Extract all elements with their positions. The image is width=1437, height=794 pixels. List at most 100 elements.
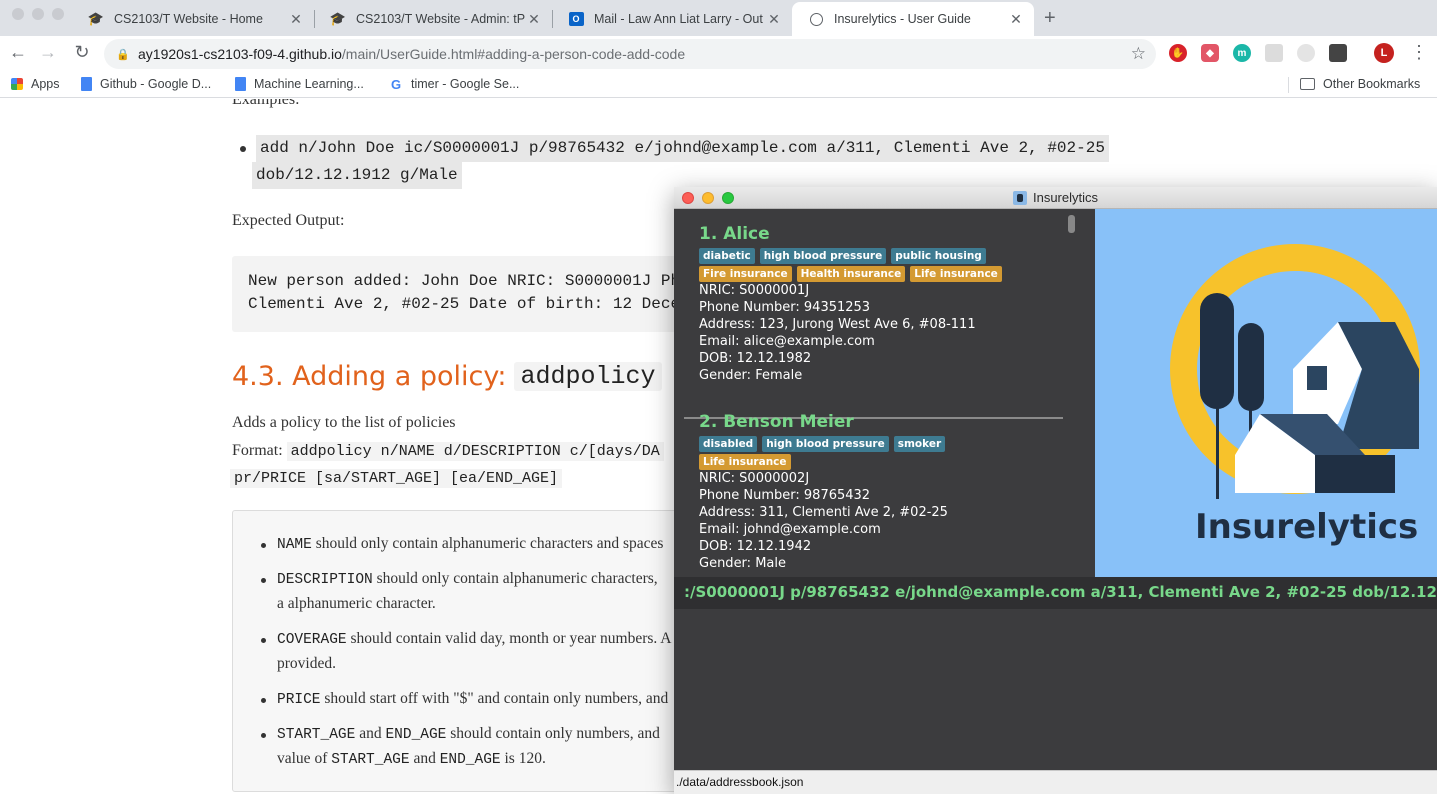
image-extension-icon[interactable] [1329, 44, 1347, 62]
output-line: Clementi Ave 2, #02-25 Date of birth: 12… [248, 295, 681, 313]
note-text: and [413, 750, 436, 767]
bookmark-timer[interactable]: G timer - Google Se... [389, 76, 520, 92]
format-label: Format: [232, 442, 283, 459]
close-icon[interactable]: ✕ [766, 11, 782, 28]
bookmark-apps[interactable]: Apps [11, 77, 60, 91]
camera-extension-icon[interactable] [1297, 44, 1315, 62]
more-menu-icon[interactable]: ⋮ [1410, 42, 1428, 63]
status-bar: ./data/addressbook.json [674, 770, 1437, 794]
condition-tag: public housing [891, 248, 986, 264]
condition-tag: diabetic [699, 248, 755, 264]
command-input[interactable]: :/S0000001J p/98765432 e/johnd@example.c… [684, 583, 1437, 601]
note-text: should contain valid day, month or year … [350, 630, 672, 647]
bookmark-label: Apps [31, 77, 60, 91]
note-text: should only contain alphanumeric charact… [376, 570, 658, 587]
bookmark-star-icon[interactable]: ☆ [1131, 44, 1146, 64]
bookmark-github-docs[interactable]: Github - Google D... [81, 77, 211, 91]
tab-cs2103-admin[interactable]: 🎓 CS2103/T Website - Admin: tP ✕ [314, 2, 552, 36]
window-zoom-button[interactable] [52, 8, 64, 20]
bullet [240, 146, 246, 152]
note-text: should contain only numbers, and [450, 725, 660, 742]
close-icon[interactable]: ✕ [288, 11, 304, 28]
note-text: value of [277, 750, 328, 767]
bookmark-label: Machine Learning... [254, 77, 364, 91]
google-g-icon: G [390, 76, 402, 92]
window-close-button[interactable] [12, 8, 24, 20]
forward-arrow-icon[interactable]: → [36, 42, 60, 63]
bookmark-machine-learning[interactable]: Machine Learning... [235, 77, 364, 91]
bookmark-label: Other Bookmarks [1323, 77, 1421, 91]
close-icon[interactable]: ✕ [526, 11, 542, 28]
command-box[interactable]: :/S0000001J p/98765432 e/johnd@example.c… [674, 577, 1437, 609]
note-continuation: value of START_AGE and END_AGE is 120. [277, 750, 546, 768]
section-heading-text: 4.3. Adding a policy: [232, 361, 507, 392]
window-minimize-button[interactable] [32, 8, 44, 20]
format-line1: Format: addpolicy n/NAME d/DESCRIPTION c… [232, 442, 664, 461]
app-window-title: Insurelytics [1032, 190, 1099, 205]
reload-icon[interactable]: ↻ [70, 42, 94, 63]
policy-tags: Fire insurance Health insurance Life ins… [699, 266, 1002, 282]
app-close-button[interactable] [682, 192, 694, 204]
grid-extension-icon[interactable] [1265, 44, 1283, 62]
close-icon[interactable]: ✕ [1008, 11, 1024, 28]
tab-insurelytics-guide[interactable]: Insurelytics - User Guide ✕ [792, 2, 1034, 36]
person-dob: DOB: 12.12.1942 [699, 539, 812, 554]
insurelytics-window: Insurelytics 1. Alice diabetic high bloo… [674, 187, 1437, 794]
note-continuation: a alphanumeric character. [277, 595, 436, 612]
new-tab-button[interactable]: + [1044, 7, 1056, 30]
bookmark-label: timer - Google Se... [411, 77, 520, 91]
app-minimize-button[interactable] [702, 192, 714, 204]
note-coverage: COVERAGE should contain valid day, month… [277, 630, 672, 648]
result-display [674, 609, 1437, 772]
scrollbar-thumb[interactable] [1068, 215, 1075, 233]
app-logo-icon [1012, 190, 1027, 205]
shield-extension-icon[interactable]: ◆ [1201, 44, 1219, 62]
bookmarks-bar: Apps Github - Google D... Machine Learni… [0, 72, 1437, 98]
app-zoom-button[interactable] [722, 192, 734, 204]
adblock-extension-icon[interactable]: ✋ [1169, 44, 1187, 62]
person-name: 2. Benson Meier [699, 412, 854, 432]
m-extension-icon[interactable]: m [1233, 44, 1251, 62]
url-path: /main/UserGuide.html#adding-a-person-cod… [341, 46, 686, 62]
person-card[interactable]: 1. Alice diabetic high blood pressure pu… [699, 222, 1002, 384]
note-code: PRICE [277, 692, 321, 708]
note-code: START_AGE [277, 727, 356, 743]
tab-strip: 🎓 CS2103/T Website - Home ✕ 🎓 CS2103/T W… [0, 0, 1437, 36]
app-title-bar[interactable]: Insurelytics [674, 187, 1437, 209]
condition-tags: disabled high blood pressure smoker [699, 436, 948, 452]
person-phone: Phone Number: 94351253 [699, 300, 871, 315]
condition-tag: disabled [699, 436, 758, 452]
person-list[interactable]: 1. Alice diabetic high blood pressure pu… [674, 209, 1094, 577]
policy-tag: Health insurance [796, 266, 906, 282]
bullet [261, 733, 266, 738]
condition-tag: high blood pressure [759, 248, 887, 264]
address-bar[interactable]: 🔒 ay1920s1-cs2103-f09-4.github.io/main/U… [104, 39, 1156, 69]
person-address: Address: 311, Clementi Ave 2, #02-25 [699, 505, 948, 520]
back-arrow-icon[interactable]: ← [6, 42, 30, 63]
note-continuation: provided. [277, 655, 336, 672]
person-nric: NRIC: S0000001J [699, 283, 810, 298]
person-gender: Gender: Male [699, 556, 786, 571]
tab-cs2103-home[interactable]: 🎓 CS2103/T Website - Home ✕ [72, 2, 314, 36]
bullet [261, 578, 266, 583]
tab-title: CS2103/T Website - Home [114, 12, 263, 26]
data-file-path: ./data/addressbook.json [676, 775, 804, 789]
output-line: New person added: John Doe NRIC: S000000… [248, 272, 681, 290]
section-heading: 4.3. Adding a policy: addpolicy [232, 361, 662, 392]
person-name: 1. Alice [699, 224, 770, 244]
logo-wordmark: Insurelytics [1195, 507, 1419, 547]
folder-icon [1300, 78, 1315, 90]
profile-avatar[interactable]: L [1374, 43, 1394, 63]
policy-tag: Fire insurance [699, 266, 792, 282]
apps-grid-icon [11, 78, 23, 90]
person-card[interactable]: 2. Benson Meier disabled high blood pres… [699, 410, 948, 572]
condition-tag: high blood pressure [762, 436, 889, 452]
bookmark-separator [1288, 77, 1289, 93]
example-command-line2: dob/12.12.1912 g/Male [252, 162, 462, 189]
tab-mail[interactable]: O Mail - Law Ann Liat Larry - Out ✕ [552, 2, 792, 36]
person-phone: Phone Number: 98765432 [699, 488, 871, 503]
google-docs-icon [235, 77, 246, 91]
other-bookmarks[interactable]: Other Bookmarks [1300, 77, 1420, 91]
note-text: and [359, 725, 382, 742]
section-description: Adds a policy to the list of policies [232, 414, 456, 431]
